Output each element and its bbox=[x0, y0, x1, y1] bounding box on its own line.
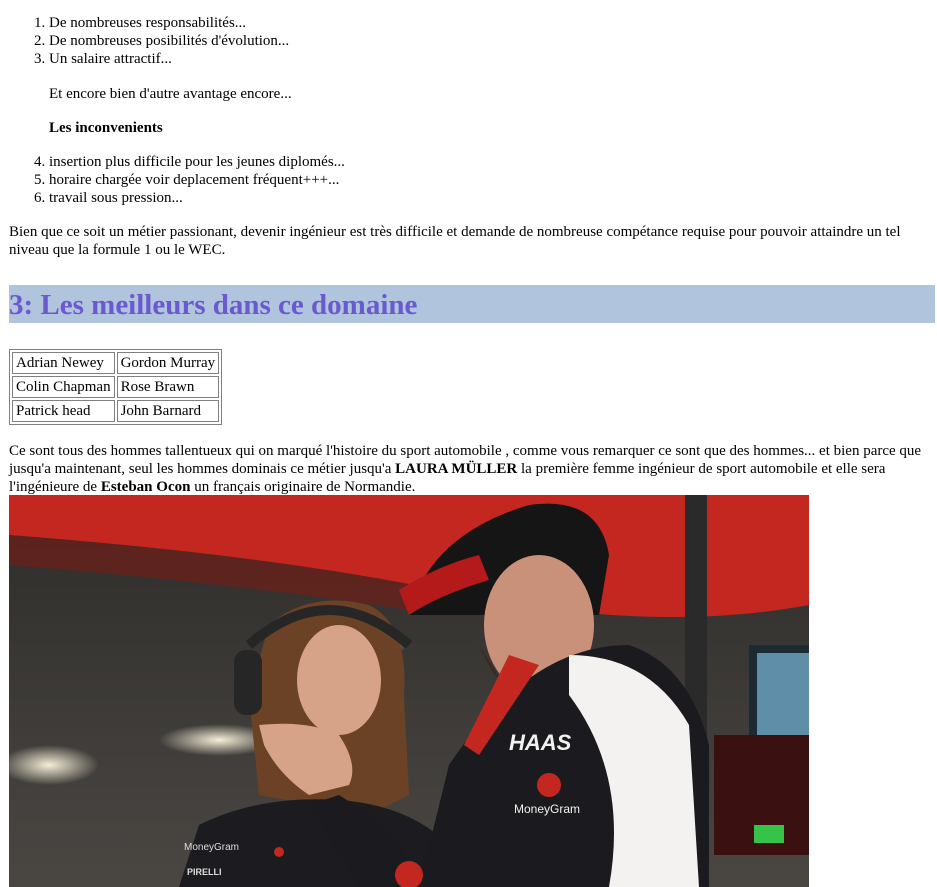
document-page: De nombreuses responsabilités... De nomb… bbox=[0, 0, 937, 887]
table-row: Adrian Newey Gordon Murray bbox=[12, 352, 220, 374]
photo-illustration: HAAS MoneyGram MoneyGram PIRELLI bbox=[9, 495, 809, 887]
esteban-ocon-name: Esteban Ocon bbox=[100, 479, 191, 495]
conclusion-paragraph: Ce sont tous des hommes tallentueux qui … bbox=[9, 442, 929, 496]
inconvenients-heading: Les inconvenients bbox=[49, 120, 163, 136]
table-cell: John Barnard bbox=[116, 400, 220, 422]
table-cell: Colin Chapman bbox=[12, 376, 115, 398]
table-cell: Rose Brawn bbox=[116, 376, 220, 398]
list-item: Un salaire attractif... bbox=[49, 50, 289, 68]
list-item: De nombreuses posibilités d'évolution... bbox=[49, 32, 289, 50]
moneygram-logo-text: MoneyGram bbox=[184, 842, 239, 853]
list-item: De nombreuses responsabilités... bbox=[49, 14, 289, 32]
more-advantages-text: Et encore bien d'autre avantage encore..… bbox=[49, 86, 292, 102]
engineers-table: Adrian Newey Gordon Murray Colin Chapman… bbox=[9, 349, 223, 425]
list-item: insertion plus difficile pour les jeunes… bbox=[49, 153, 345, 171]
list-item: horaire chargée voir deplacement fréquen… bbox=[49, 171, 345, 189]
advantages-list: De nombreuses responsabilités... De nomb… bbox=[49, 14, 289, 68]
intro-paragraph: Bien que ce soit un métier passionant, d… bbox=[9, 224, 901, 258]
table-row: Colin Chapman Rose Brawn bbox=[12, 376, 220, 398]
list-item: travail sous pression... bbox=[49, 189, 345, 207]
laura-muller-name: LAURA MÜLLER bbox=[395, 461, 518, 477]
table-cell: Adrian Newey bbox=[12, 352, 115, 374]
pirelli-logo-text: PIRELLI bbox=[187, 867, 222, 877]
moneygram-logo-text: MoneyGram bbox=[514, 802, 580, 816]
paragraph-text: un français originaire de Normandie. bbox=[190, 479, 416, 495]
inconvenients-list: insertion plus difficile pour les jeunes… bbox=[49, 153, 345, 207]
table-cell: Gordon Murray bbox=[116, 352, 220, 374]
section-heading-bar: 3: Les meilleurs dans ce domaine bbox=[9, 285, 935, 323]
engineer-driver-photo: HAAS MoneyGram MoneyGram PIRELLI bbox=[9, 495, 809, 887]
section-heading: 3: Les meilleurs dans ce domaine bbox=[9, 289, 418, 321]
haas-logo-text: HAAS bbox=[509, 730, 572, 755]
table-row: Patrick head John Barnard bbox=[12, 400, 220, 422]
table-cell: Patrick head bbox=[12, 400, 115, 422]
